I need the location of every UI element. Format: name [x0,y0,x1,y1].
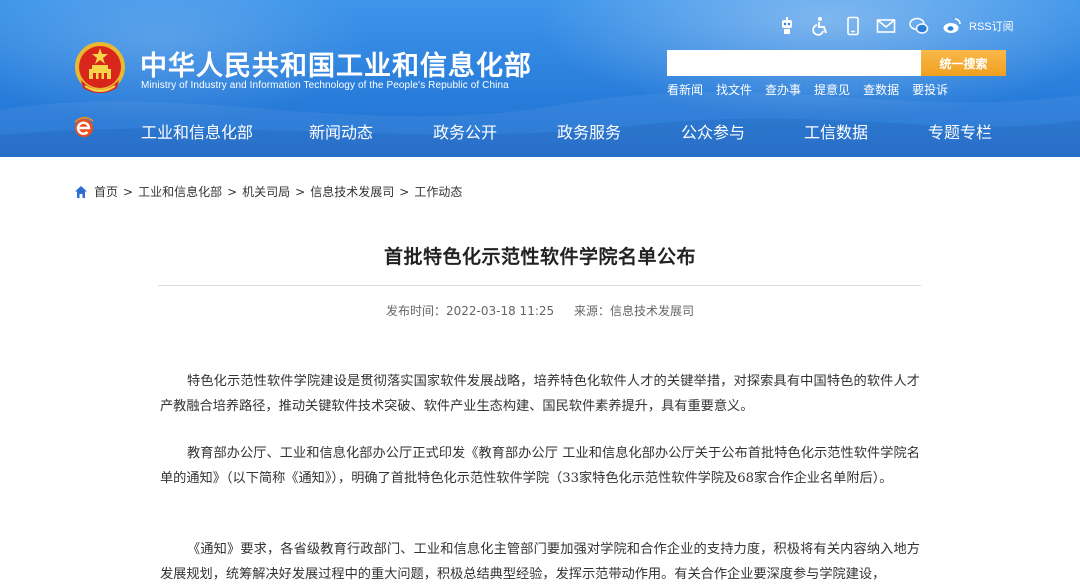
quick-link-services[interactable]: 查办事 [765,81,801,98]
breadcrumb-work-news[interactable]: 工作动态 [414,183,462,200]
article-paragraph: 特色化示范性软件学院建设是贯彻落实国家软件发展战略，培养特色化软件人才的关键举措… [160,374,920,414]
wechat-icon[interactable] [908,15,930,37]
breadcrumb-ministry[interactable]: 工业和信息化部 [138,183,222,200]
breadcrumb: 首页 > 工业和信息化部 > 机关司局 > 信息技术发展司 > 工作动态 [74,183,462,200]
quick-link-feedback[interactable]: 提意见 [814,81,850,98]
article-title: 首批特色化示范性软件学院名单公布 [383,246,696,268]
title-divider [158,285,921,286]
e-gov-logo-icon[interactable] [72,115,96,139]
publish-time: 2022-03-18 11:25 [446,304,555,318]
site-subtitle: Ministry of Industry and Information Tec… [141,80,509,91]
quick-link-data[interactable]: 查数据 [863,81,899,98]
national-emblem-icon[interactable] [73,40,127,98]
nav-item-public-participation[interactable]: 公众参与 [681,119,745,143]
quick-link-complaint[interactable]: 要投诉 [912,81,948,98]
search-input[interactable] [667,50,921,76]
site-header: 中华人民共和国工业和信息化部 Ministry of Industry and … [0,0,1080,157]
wheelchair-icon[interactable] [809,15,831,37]
nav-item-gov-services[interactable]: 政务服务 [557,119,621,143]
breadcrumb-home[interactable]: 首页 [94,183,118,200]
publish-label: 发布时间： [385,304,446,318]
breadcrumb-separator: > [295,184,306,199]
breadcrumb-separator: > [123,184,134,199]
article-meta: 发布时间：2022-03-18 11:25 来源：信息技术发展司 [0,302,1080,319]
nav-item-news[interactable]: 新闻动态 [309,119,373,143]
weibo-icon[interactable] [941,15,963,37]
source-label: 来源： [573,304,610,318]
search-button[interactable]: 统一搜索 [921,50,1006,76]
publish-info: 发布时间：2022-03-18 11:25 [386,304,554,318]
top-utility-icons: RSS订阅 [776,15,1014,37]
quick-link-news[interactable]: 看新闻 [667,81,703,98]
nav-item-special-topics[interactable]: 专题专栏 [928,119,992,143]
nav-item-miit-data[interactable]: 工信数据 [804,119,868,143]
quick-links: 看新闻 找文件 查办事 提意见 查数据 要投诉 [667,81,961,98]
accessibility-robot-icon[interactable] [776,15,798,37]
nav-item-ministry[interactable]: 工业和信息化部 [141,119,253,143]
rss-subscribe-link[interactable]: RSS订阅 [969,18,1014,34]
mail-icon[interactable] [875,15,897,37]
source-info: 来源：信息技术发展司 [574,304,694,318]
breadcrumb-it-dept[interactable]: 信息技术发展司 [310,183,394,200]
main-nav: 工业和信息化部 新闻动态 政务公开 政务服务 公众参与 工信数据 专题专栏 [0,113,1080,145]
article-paragraph: 教育部办公厅、工业和信息化部办公厅正式印发《教育部办公厅 工业和信息化部办公厅关… [160,446,920,486]
nav-item-gov-affairs-open[interactable]: 政务公开 [433,119,497,143]
article-paragraph: 《通知》要求，各省级教育行政部门、工业和信息化主管部门要加强对学院和合作企业的支… [160,542,920,582]
site-title[interactable]: 中华人民共和国工业和信息化部 [140,44,532,83]
breadcrumb-departments[interactable]: 机关司局 [242,183,290,200]
home-icon [75,185,87,198]
mobile-icon[interactable] [842,15,864,37]
quick-link-files[interactable]: 找文件 [716,81,752,98]
breadcrumb-separator: > [227,184,238,199]
source-name: 信息技术发展司 [609,304,694,318]
breadcrumb-separator: > [399,184,410,199]
